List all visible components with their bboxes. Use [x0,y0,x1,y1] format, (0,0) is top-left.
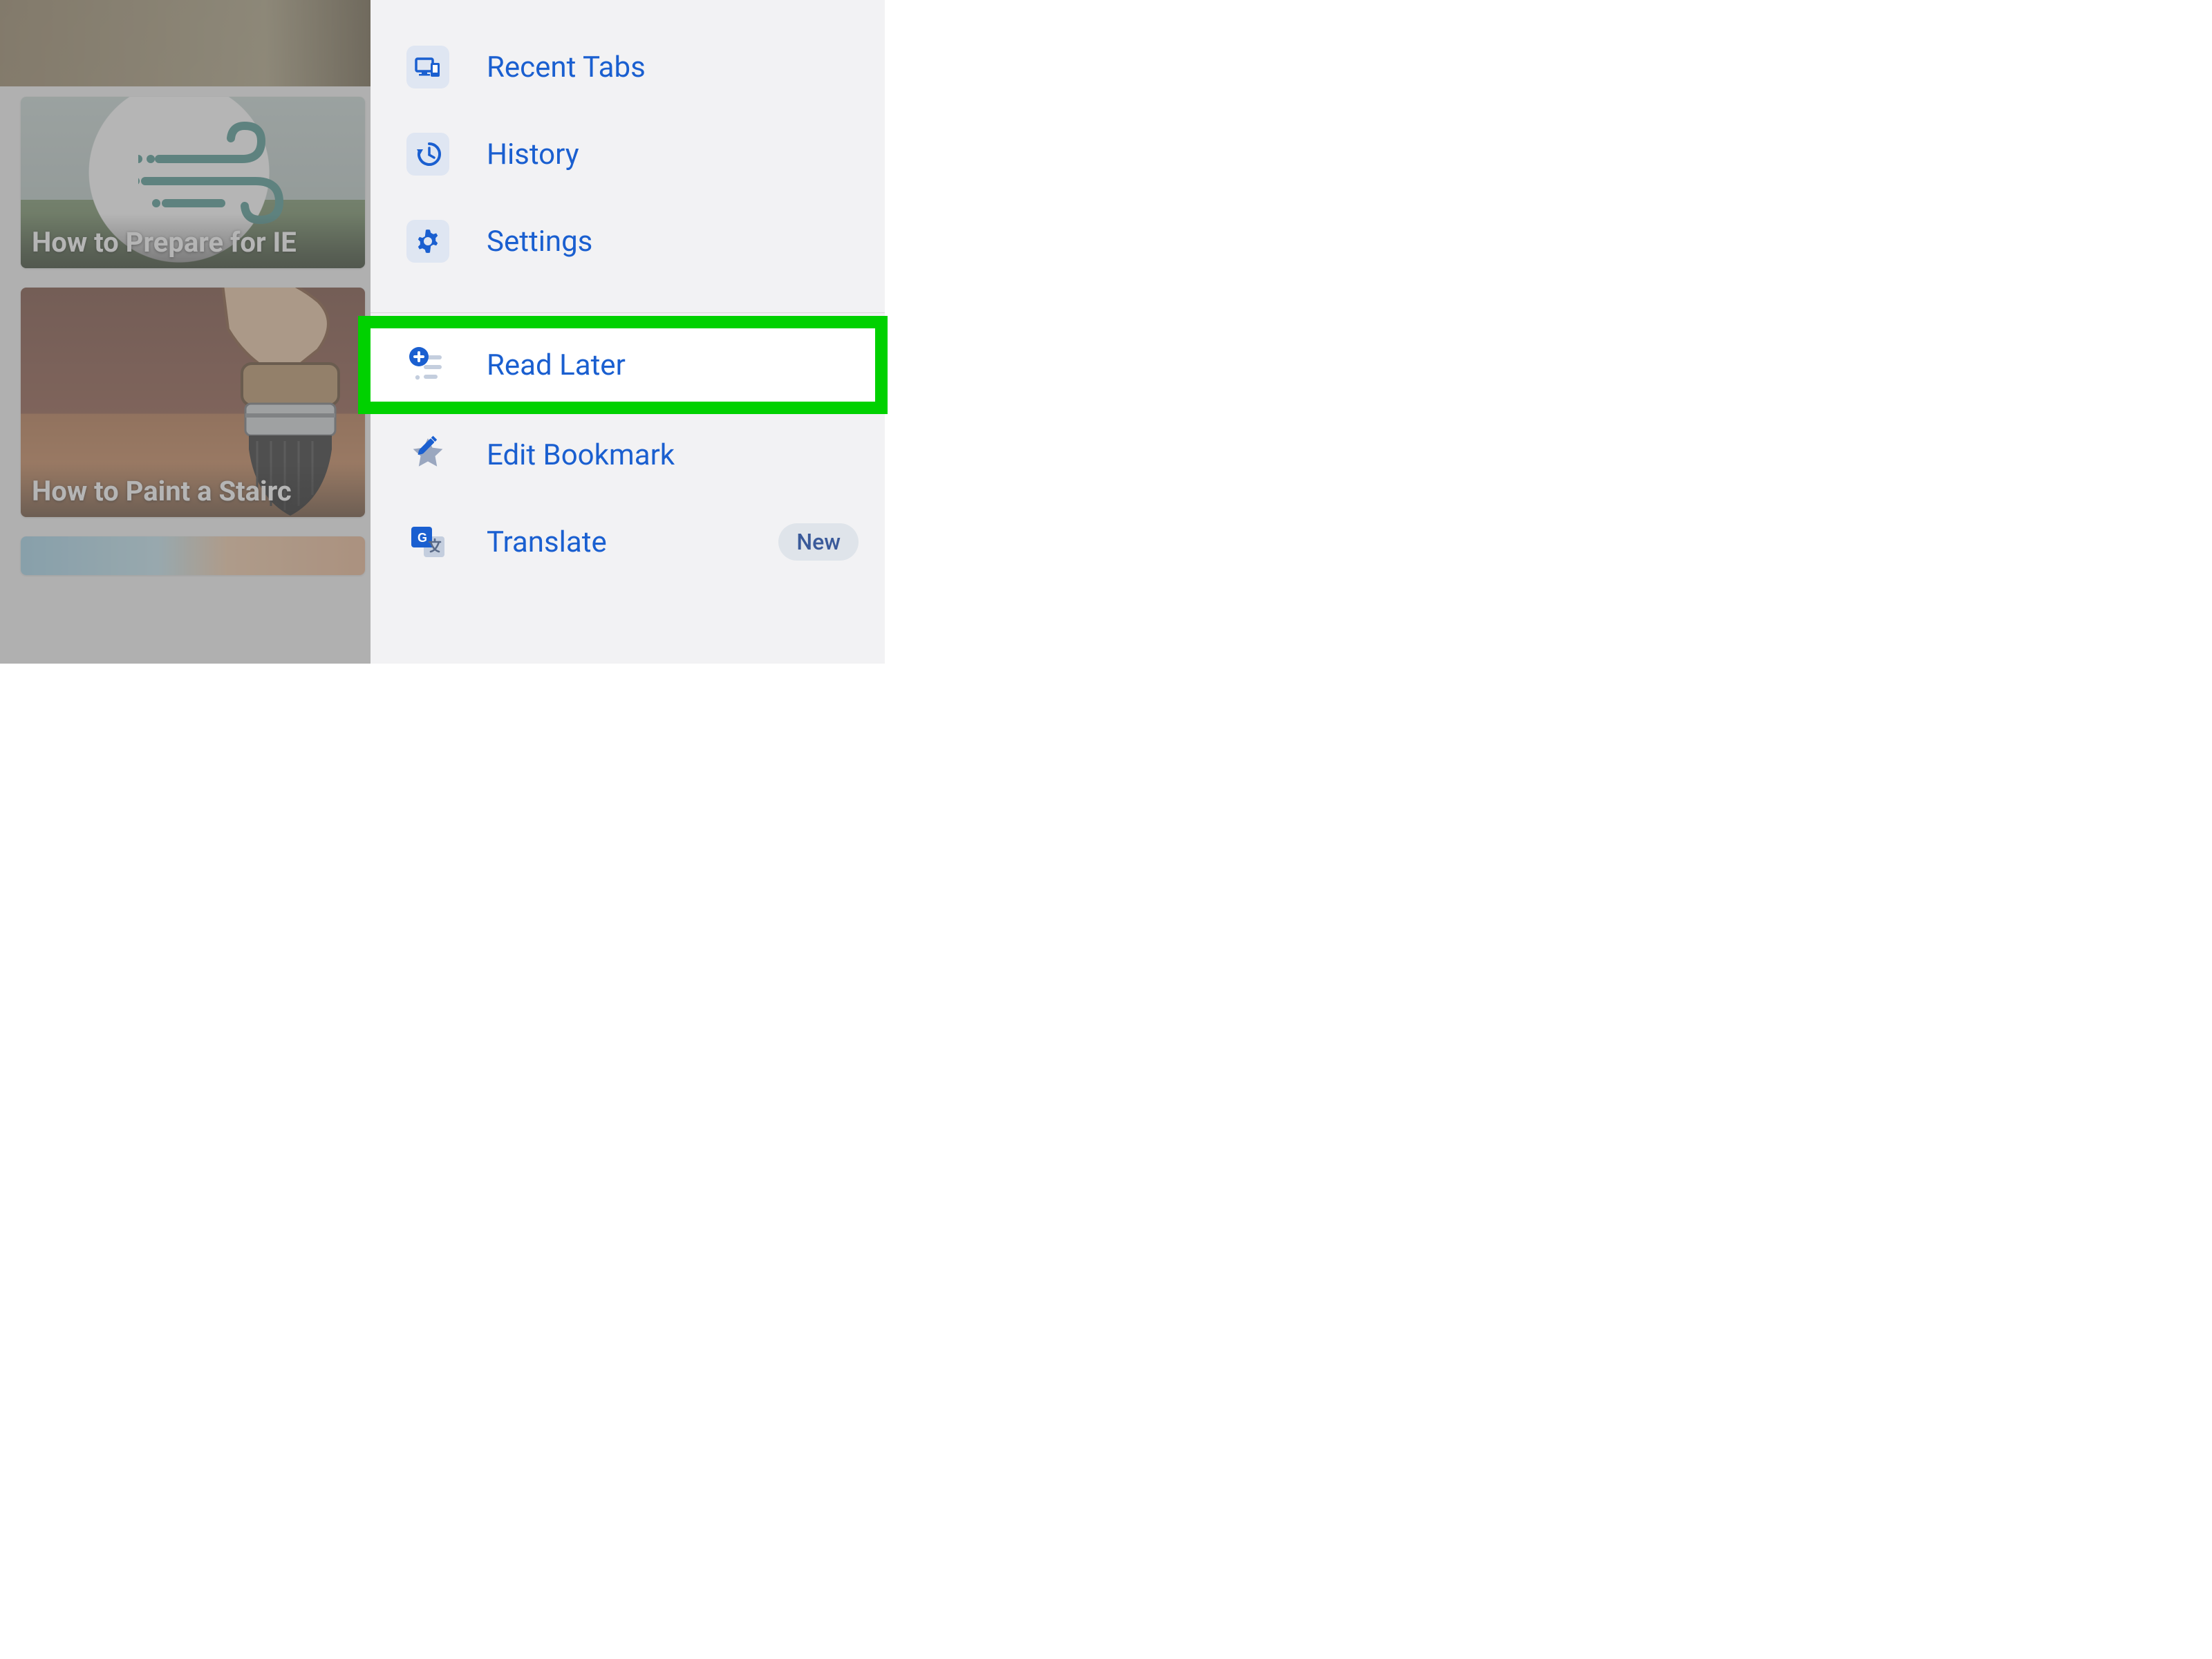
app-screenshot: How to Prepare for IE [0,0,885,664]
menu-item-label: Recent Tabs [487,50,646,84]
recent-tabs-icon [406,46,449,88]
menu-item-history[interactable]: History [371,111,885,198]
menu-item-label: Settings [487,225,592,259]
history-icon [406,133,449,176]
menu-item-label: Read Later [487,348,626,382]
read-later-icon [406,344,449,386]
menu-item-label: Translate [487,525,607,559]
gear-icon [406,220,449,263]
menu-item-edit-bookmark[interactable]: Edit Bookmark [371,411,885,498]
new-badge: New [778,523,859,561]
svg-text:G: G [418,531,427,545]
menu-item-recent-tabs[interactable]: Recent Tabs [371,24,885,111]
menu-divider [371,312,885,313]
browser-overflow-menu: Recent Tabs History [371,0,885,664]
bookmark-star-icon [406,433,449,476]
menu-item-settings[interactable]: Settings [371,198,885,285]
menu-item-read-later[interactable]: Read Later [371,319,885,411]
menu-item-label: Edit Bookmark [487,438,675,472]
translate-icon: G [406,521,449,563]
menu-item-translate[interactable]: G Translate New [371,498,885,585]
menu-item-label: History [487,138,579,171]
